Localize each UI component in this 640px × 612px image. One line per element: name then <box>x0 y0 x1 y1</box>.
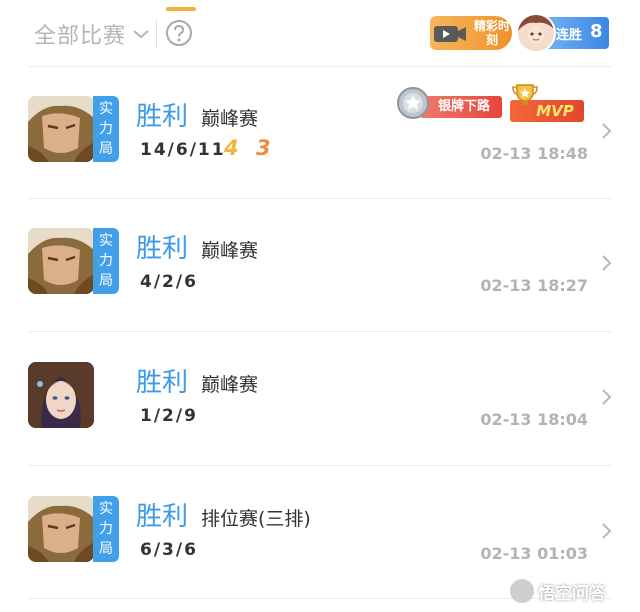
video-icon <box>434 26 466 42</box>
mode-tag: 实 力 局 <box>93 228 119 294</box>
mode-tag-char: 局 <box>99 541 113 557</box>
help-icon[interactable] <box>165 19 193 47</box>
hero-avatar <box>28 496 94 562</box>
hero-avatar <box>28 228 94 294</box>
mode-tag-char: 实 <box>99 101 113 117</box>
watermark: 悟空问答 <box>510 578 606 604</box>
chevron-right-icon <box>602 255 612 271</box>
match-result: 胜利 <box>136 502 189 532</box>
match-history-page: 全部比赛 精彩时刻 连胜 8 实 力 局 胜利 巅峰赛 14/6/11 4 3 … <box>0 0 640 612</box>
match-row[interactable]: 实 力 局 胜利 巅峰赛 4/2/6 02-13 18:27 <box>0 198 640 330</box>
match-row[interactable]: 实 力 局 胜利 巅峰赛 14/6/11 4 3 银牌下路 MVP 02-13 … <box>0 66 640 198</box>
streak-avatar <box>516 13 556 53</box>
streak-label: 连胜 <box>556 28 583 43</box>
highlights-button[interactable]: 精彩时刻 <box>430 16 512 50</box>
kda-score: 14/6/11 <box>140 140 226 160</box>
kda-score: 6/3/6 <box>140 540 198 560</box>
streak-count: 8 <box>590 21 603 42</box>
match-time: 02-13 01:03 <box>480 544 588 563</box>
win-streak-badge[interactable]: 连胜 8 <box>516 13 609 53</box>
match-type: 巅峰赛 <box>201 240 259 262</box>
hero-avatar <box>28 362 94 428</box>
highlights-label: 精彩时刻 <box>474 19 511 47</box>
mode-tag-char: 局 <box>99 273 113 289</box>
match-time: 02-13 18:04 <box>480 410 588 429</box>
rank-badge: 银牌下路 <box>396 86 502 120</box>
match-time: 02-13 18:27 <box>480 276 588 295</box>
kda-score: 1/2/9 <box>140 406 198 426</box>
mode-tag-char: 力 <box>99 521 113 537</box>
mode-tag-char: 实 <box>99 233 113 249</box>
silver-medal-icon <box>397 87 429 119</box>
watermark-text: 悟空问答 <box>538 583 606 604</box>
mode-tag-char: 局 <box>99 141 113 157</box>
match-result: 胜利 <box>136 234 189 264</box>
chevron-right-icon <box>602 123 612 139</box>
mode-tag-char: 力 <box>99 253 113 269</box>
mode-tag: 实 力 局 <box>93 96 119 162</box>
match-type: 排位赛(三排) <box>201 508 311 530</box>
multikill-badge: 3 <box>256 136 271 160</box>
chevron-right-icon <box>602 523 612 539</box>
match-type: 巅峰赛 <box>201 374 259 396</box>
match-time: 02-13 18:48 <box>480 144 588 163</box>
mvp-badge: MVP <box>508 82 586 122</box>
header-bar: 全部比赛 精彩时刻 连胜 8 <box>0 0 640 66</box>
chevron-right-icon <box>602 389 612 405</box>
match-result: 胜利 <box>136 102 189 132</box>
kda-score: 4/2/6 <box>140 272 198 292</box>
chevron-down-icon <box>133 30 149 39</box>
hero-avatar <box>28 96 94 162</box>
filter-label: 全部比赛 <box>34 24 127 49</box>
multikill-badge: 4 <box>224 136 239 160</box>
mode-tag-char: 力 <box>99 121 113 137</box>
header-divider <box>156 20 157 48</box>
match-type: 巅峰赛 <box>201 108 259 130</box>
match-filter-dropdown[interactable]: 全部比赛 <box>34 18 151 50</box>
mode-tag-char: 实 <box>99 501 113 517</box>
watermark-logo-icon <box>510 579 534 603</box>
match-result: 胜利 <box>136 368 189 398</box>
tab-indicator <box>166 7 196 11</box>
rank-badge-label: 银牌下路 <box>420 96 502 118</box>
mode-tag: 实 力 局 <box>93 496 119 562</box>
match-row[interactable]: 胜利 巅峰赛 1/2/9 02-13 18:04 <box>0 332 640 464</box>
trophy-icon <box>512 84 538 105</box>
